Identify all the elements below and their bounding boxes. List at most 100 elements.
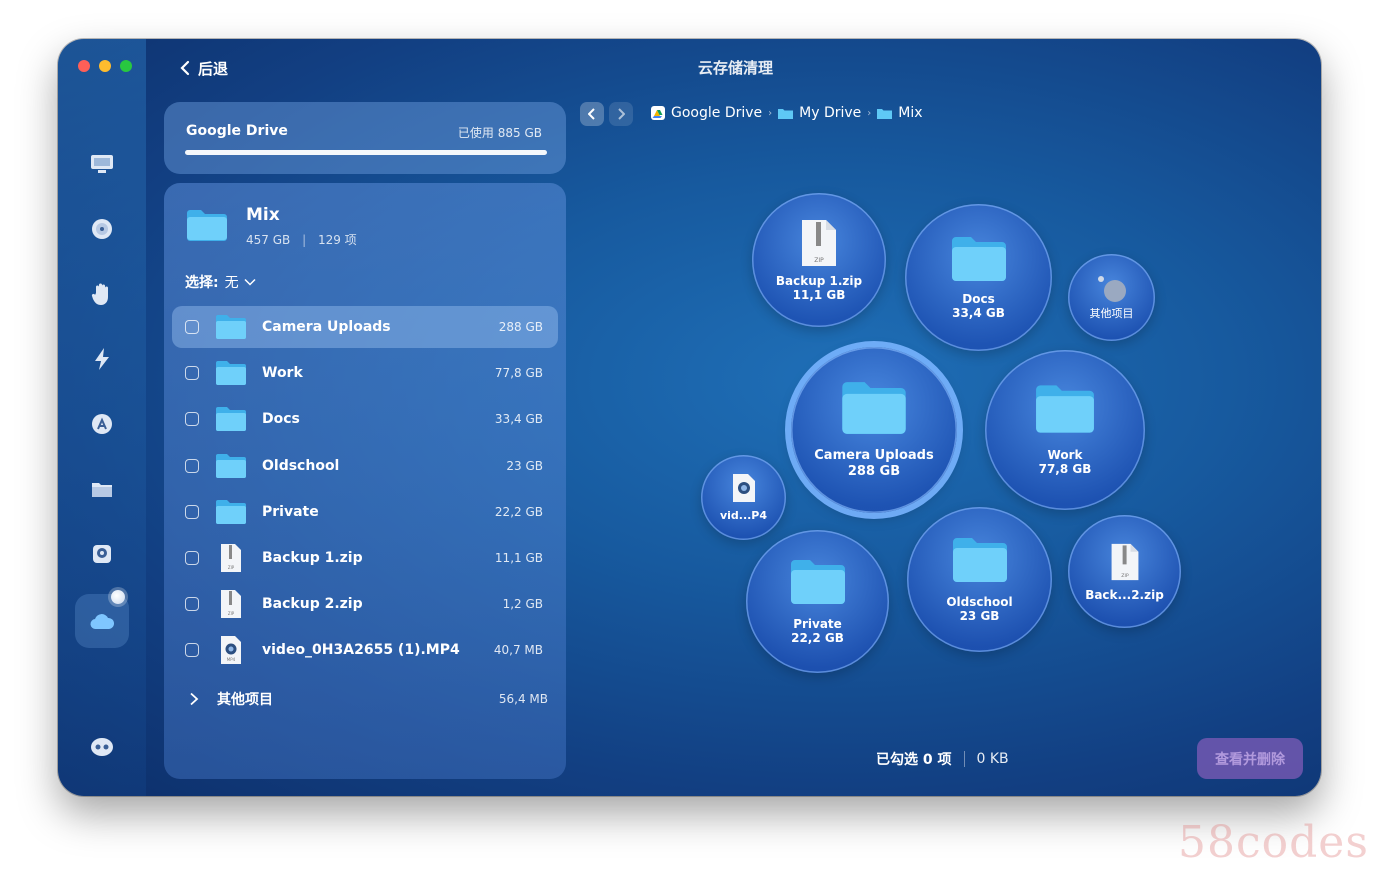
- file-row[interactable]: Camera Uploads 288 GB: [172, 306, 558, 348]
- meta-separator: |: [302, 233, 307, 247]
- bubble-private[interactable]: Private 22,2 GB: [746, 530, 889, 673]
- row-size: 288 GB: [498, 320, 543, 334]
- svg-text:ZIP: ZIP: [228, 611, 235, 616]
- row-name: Backup 1.zip: [262, 550, 363, 566]
- row-checkbox[interactable]: [185, 504, 199, 519]
- row-checkbox[interactable]: [185, 366, 199, 381]
- sidebar-item-files[interactable]: [87, 474, 117, 504]
- folder-icon: [842, 382, 906, 434]
- bubble-label: Oldschool: [946, 594, 1013, 609]
- file-row[interactable]: MP4 video_0H3A2655 (1).MP4 40,7 MB: [172, 629, 558, 671]
- row-checkbox[interactable]: [185, 412, 199, 427]
- drive-name: Google Drive: [186, 123, 288, 139]
- sidebar-item-space-lens[interactable]: [87, 539, 117, 569]
- nav-back-button[interactable]: [580, 102, 604, 126]
- bubble-camera-uploads[interactable]: Camera Uploads 288 GB: [791, 347, 957, 513]
- row-checkbox[interactable]: [185, 551, 199, 565]
- breadcrumb: Google Drive › My Drive › Mix: [651, 105, 923, 121]
- folder-icon: [215, 405, 247, 433]
- globe-icon: [92, 219, 112, 239]
- file-row[interactable]: Work 77,8 GB: [172, 352, 558, 394]
- svg-text:ZIP: ZIP: [228, 565, 235, 570]
- breadcrumb-separator: ›: [867, 107, 872, 119]
- sidebar-item-privacy[interactable]: [87, 279, 117, 309]
- row-size: 23 GB: [506, 458, 543, 473]
- bubble-label: Docs: [962, 291, 995, 306]
- chevron-left-icon: [588, 108, 595, 120]
- folder-icon: [790, 559, 845, 604]
- google-drive-icon: [651, 106, 665, 120]
- sidebar-item-cloud-cleanup[interactable]: [87, 606, 117, 636]
- zip-icon: ZIP: [215, 544, 247, 572]
- dots-icon: [1097, 275, 1126, 302]
- svg-text:MP4: MP4: [227, 657, 236, 662]
- sidebar-item-assistant[interactable]: [87, 732, 117, 762]
- sidebar: [58, 39, 146, 796]
- select-dropdown[interactable]: 选择: 无: [185, 272, 256, 292]
- drive-usage-bar: [185, 150, 547, 155]
- row-size: 40,7 MB: [493, 643, 543, 658]
- row-size: 1,2 GB: [502, 597, 543, 612]
- bubble-label: Work: [1047, 448, 1083, 462]
- sidebar-item-speed[interactable]: [87, 344, 117, 374]
- folder-icon: [215, 498, 247, 526]
- bubble-label: Back...2.zip: [1085, 587, 1164, 602]
- bubble-video[interactable]: vid...P4: [701, 455, 786, 540]
- folder-icon: [1036, 385, 1094, 433]
- footer-separator: [963, 751, 965, 767]
- sidebar-item-protection[interactable]: [87, 214, 117, 244]
- bubble-backup-2-zip[interactable]: ZIP Back...2.zip: [1068, 515, 1181, 628]
- bubble-size: 288 GB: [847, 464, 901, 479]
- bubble-size: 11,1 GB: [792, 288, 846, 302]
- app-store-icon: [92, 414, 112, 434]
- breadcrumb-mix[interactable]: Mix: [877, 105, 923, 121]
- folder-icon: [215, 452, 247, 480]
- bubble-work[interactable]: Work 77,8 GB: [985, 350, 1145, 510]
- zip-icon: ZIP: [1111, 543, 1138, 580]
- row-checkbox[interactable]: [185, 597, 199, 612]
- row-name: Docs: [262, 411, 300, 428]
- row-name: Oldschool: [262, 457, 340, 474]
- review-and-delete-button[interactable]: 查看并删除: [1197, 738, 1303, 779]
- file-row[interactable]: Private 22,2 GB: [172, 491, 558, 533]
- file-row[interactable]: Docs 33,4 GB: [172, 398, 558, 440]
- bubble-size: 33,4 GB: [952, 305, 1005, 320]
- row-size: 11,1 GB: [494, 551, 543, 565]
- bubble-other-items[interactable]: 其他项目: [1068, 254, 1155, 341]
- folder-icon: [951, 236, 1006, 281]
- bubble-size: 23 GB: [959, 608, 1000, 623]
- breadcrumb-my-drive[interactable]: My Drive: [778, 105, 861, 121]
- bubble-docs[interactable]: Docs 33,4 GB: [905, 204, 1052, 351]
- file-row[interactable]: Oldschool 23 GB: [172, 445, 558, 487]
- svg-text:ZIP: ZIP: [1121, 573, 1129, 579]
- app-window: 后退 云存储清理 Google Drive 已使用 885 GB Mix 457…: [58, 39, 1321, 796]
- other-items-row[interactable]: 其他项目 56,4 MB: [185, 687, 550, 711]
- row-checkbox[interactable]: [185, 458, 199, 473]
- row-checkbox[interactable]: [185, 320, 199, 334]
- zip-icon: ZIP: [802, 220, 836, 266]
- selection-summary: 已勾选 0 项 0 KB: [876, 749, 1009, 769]
- bubble-oldschool[interactable]: Oldschool 23 GB: [907, 507, 1052, 652]
- folder-icon: [952, 537, 1007, 582]
- sidebar-item-system[interactable]: [87, 149, 117, 179]
- sidebar-item-applications[interactable]: [87, 409, 117, 439]
- chevron-down-icon: [244, 278, 256, 286]
- select-label: 选择:: [185, 275, 219, 291]
- breadcrumb-label: Mix: [898, 105, 923, 121]
- file-list-panel: Mix 457 GB | 129 项 选择: 无 Camera Uploads 2…: [164, 183, 566, 779]
- row-name: Backup 2.zip: [262, 596, 363, 613]
- bubble-backup-1-zip[interactable]: ZIP Backup 1.zip 11,1 GB: [752, 193, 886, 327]
- file-row[interactable]: ZIP Backup 2.zip 1,2 GB: [172, 583, 558, 625]
- folder-icon: [92, 483, 112, 497]
- drive-used: 已使用 885 GB: [457, 126, 542, 140]
- nav-forward-button[interactable]: [609, 102, 633, 126]
- select-value: 无: [224, 275, 239, 291]
- file-row[interactable]: ZIP Backup 1.zip 11,1 GB: [172, 537, 558, 579]
- chevron-right-icon: [618, 108, 625, 120]
- bubble-label: vid...P4: [719, 508, 768, 522]
- bubble-size: 77,8 GB: [1038, 462, 1092, 476]
- breadcrumb-google-drive[interactable]: Google Drive: [651, 105, 762, 121]
- row-checkbox[interactable]: [185, 643, 199, 658]
- row-name: Camera Uploads: [262, 319, 391, 335]
- breadcrumb-separator: ›: [768, 107, 773, 119]
